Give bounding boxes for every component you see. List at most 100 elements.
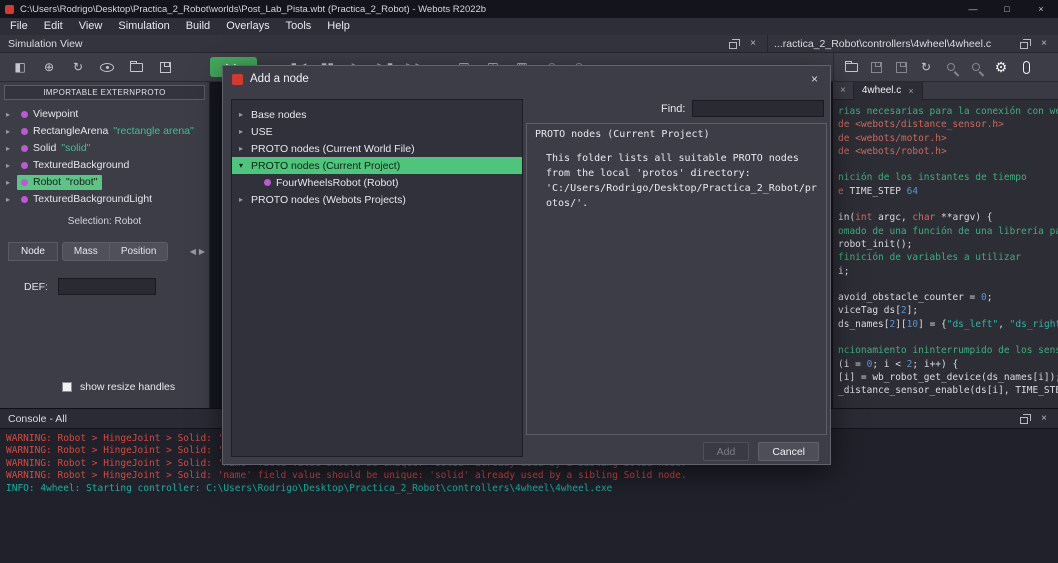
- save-all-icon[interactable]: [893, 56, 909, 78]
- tab-4wheel-c[interactable]: 4wheel.c ×: [852, 81, 923, 100]
- title-bar: C:\Users\Rodrigo\Desktop\Practica_2_Robo…: [0, 0, 1058, 18]
- code-line: de <webots/distance_sensor.h>: [838, 119, 1004, 131]
- console-line: WARNING: Robot > HingeJoint > Solid: 'na…: [6, 470, 687, 482]
- reload-world-icon[interactable]: ↻: [70, 56, 86, 78]
- tab-position[interactable]: Position: [108, 242, 168, 260]
- code-line: _distance_sensor_enable(ds[i], TIME_STEP…: [838, 385, 1058, 397]
- scene-tree-item-texturedbackgroundlight[interactable]: ▸ TexturedBackgroundLight: [0, 191, 209, 208]
- save-file-icon[interactable]: [868, 56, 884, 78]
- float-icon: [1020, 38, 1031, 49]
- code-area[interactable]: rias necesarias para la conexión con web…: [833, 100, 1058, 398]
- simulation-view-float-button[interactable]: [727, 37, 740, 51]
- scene-tree-item-rectanglearena[interactable]: ▸ RectangleArena "rectangle arena": [0, 123, 209, 140]
- show-resize-handles-checkbox[interactable]: [62, 382, 72, 392]
- window-title: C:\Users\Rodrigo\Desktop\Practica_2_Robo…: [20, 3, 487, 15]
- tab-group: Mass Position: [61, 241, 169, 261]
- node-icon: [21, 144, 28, 152]
- node-info-pane: PROTO nodes (Current Project) This folde…: [526, 123, 827, 435]
- menu-item-view[interactable]: View: [71, 18, 111, 35]
- chevron-right-icon: ▸: [239, 127, 244, 136]
- simulation-view-close-button[interactable]: ×: [747, 37, 759, 51]
- chevron-right-icon: ▸: [239, 195, 244, 204]
- close-tab-bar-icon[interactable]: ×: [833, 85, 853, 96]
- tab-mass[interactable]: Mass: [63, 243, 109, 260]
- chevron-right-icon: ▸: [239, 110, 244, 119]
- editor-toolbar: ↻ ⚙: [833, 53, 1058, 82]
- add-node-icon[interactable]: ⊕: [41, 56, 57, 78]
- node-icon: [264, 179, 271, 186]
- chevron-down-icon: ▾: [239, 161, 244, 170]
- selection-label: Selection: Robot: [67, 216, 142, 227]
- editor-dock-float-button[interactable]: [1018, 37, 1031, 51]
- code-line: rias necesarias para la conexión con web…: [838, 106, 1058, 117]
- menu-item-file[interactable]: File: [2, 18, 36, 35]
- tab-node[interactable]: Node: [8, 241, 58, 261]
- preferences-gear-icon[interactable]: ⚙: [993, 56, 1009, 78]
- menu-item-help[interactable]: Help: [319, 18, 358, 35]
- node-icon: [21, 161, 28, 169]
- simulation-view-header: Simulation View ×: [0, 35, 767, 53]
- open-file-icon[interactable]: [843, 56, 859, 78]
- tab-scroll-right-icon[interactable]: ▶: [199, 247, 205, 256]
- def-input[interactable]: [57, 278, 156, 295]
- code-line: ncionamiento ininterrumpido de los senso…: [838, 345, 1058, 357]
- attach-icon[interactable]: [1018, 56, 1034, 78]
- console-float-button[interactable]: [1018, 412, 1031, 426]
- open-world-icon[interactable]: [128, 56, 144, 78]
- menu-item-build[interactable]: Build: [178, 18, 218, 35]
- dialog-tree-item-base-nodes[interactable]: ▸ Base nodes: [232, 106, 522, 123]
- toggle-scene-tree-icon[interactable]: ◧: [12, 56, 28, 78]
- scene-tree-item-viewpoint[interactable]: ▸ Viewpoint: [0, 106, 209, 123]
- find-input[interactable]: [692, 100, 825, 117]
- dialog-close-button[interactable]: ×: [808, 72, 821, 86]
- show-rendering-icon[interactable]: [99, 56, 115, 78]
- maximize-button[interactable]: □: [990, 0, 1024, 18]
- dialog-tree-item-proto-nodes-current-world-file[interactable]: ▸ PROTO nodes (Current World File): [232, 140, 522, 157]
- scene-tree-item-robot[interactable]: ▸ Robot "robot": [0, 174, 209, 191]
- menu-item-overlays[interactable]: Overlays: [218, 18, 277, 35]
- dialog-tree-item-use[interactable]: ▸ USE: [232, 123, 522, 140]
- chevron-right-icon: ▸: [6, 161, 11, 170]
- console-title: Console - All: [8, 412, 67, 425]
- revert-file-icon[interactable]: ↻: [918, 56, 934, 78]
- editor-dock-close-button[interactable]: ×: [1038, 37, 1050, 51]
- dialog-tree-item-proto-nodes-current-project[interactable]: ▾ PROTO nodes (Current Project): [232, 157, 522, 174]
- scene-tree-item-solid[interactable]: ▸ Solid "solid": [0, 140, 209, 157]
- cancel-button[interactable]: Cancel: [758, 442, 819, 461]
- menu-item-simulation[interactable]: Simulation: [110, 18, 177, 35]
- console-close-button[interactable]: ×: [1038, 412, 1050, 426]
- dialog-tree-item-fourwheelsrobot-robot[interactable]: FourWheelsRobot (Robot): [232, 174, 522, 191]
- close-button[interactable]: ×: [1024, 0, 1058, 18]
- find-icon[interactable]: [943, 56, 959, 78]
- tab-close-icon[interactable]: ×: [908, 86, 913, 96]
- code-line: e TIME_STEP 64: [838, 185, 919, 197]
- scene-tree-item-texturedbackground[interactable]: ▸ TexturedBackground: [0, 157, 209, 174]
- code-line: omado de una función de una librería par: [838, 225, 1058, 237]
- editor-tab-bar: × 4wheel.c ×: [833, 81, 1058, 100]
- add-button[interactable]: Add: [702, 442, 750, 461]
- dialog-header: Add a node ×: [223, 66, 830, 92]
- find-label: Find:: [661, 102, 686, 115]
- menu-item-edit[interactable]: Edit: [36, 18, 71, 35]
- node-info-title: PROTO nodes (Current Project): [535, 129, 710, 140]
- dialog-tree-item-proto-nodes-webots-projects[interactable]: ▸ PROTO nodes (Webots Projects): [232, 191, 522, 208]
- editor-dock-title: ...ractica_2_Robot\controllers\4wheel\4w…: [774, 37, 992, 50]
- find-replace-icon[interactable]: [968, 56, 984, 78]
- code-line: [i] = wb_robot_get_device(ds_names[i]);: [838, 371, 1058, 383]
- chevron-right-icon: ▸: [6, 127, 11, 136]
- code-line: nición de los instantes de tiempo: [838, 172, 1027, 184]
- tab-label: 4wheel.c: [861, 85, 902, 96]
- chevron-right-icon: ▸: [6, 144, 11, 153]
- field-editor-tabs: Node Mass Position ◀ ▶: [0, 240, 209, 262]
- minimize-button[interactable]: —: [956, 0, 990, 18]
- resize-handles-row: show resize handles: [62, 381, 175, 393]
- dialog-buttons: Add Cancel: [702, 442, 819, 461]
- app-icon: [5, 4, 14, 14]
- importable-externproto-button[interactable]: IMPORTABLE EXTERNPROTO: [4, 85, 205, 100]
- tab-scroll-left-icon[interactable]: ◀: [190, 247, 196, 256]
- menu-item-tools[interactable]: Tools: [278, 18, 320, 35]
- save-world-icon[interactable]: [157, 56, 173, 78]
- code-line: in(int argc, char **argv) {: [838, 212, 993, 224]
